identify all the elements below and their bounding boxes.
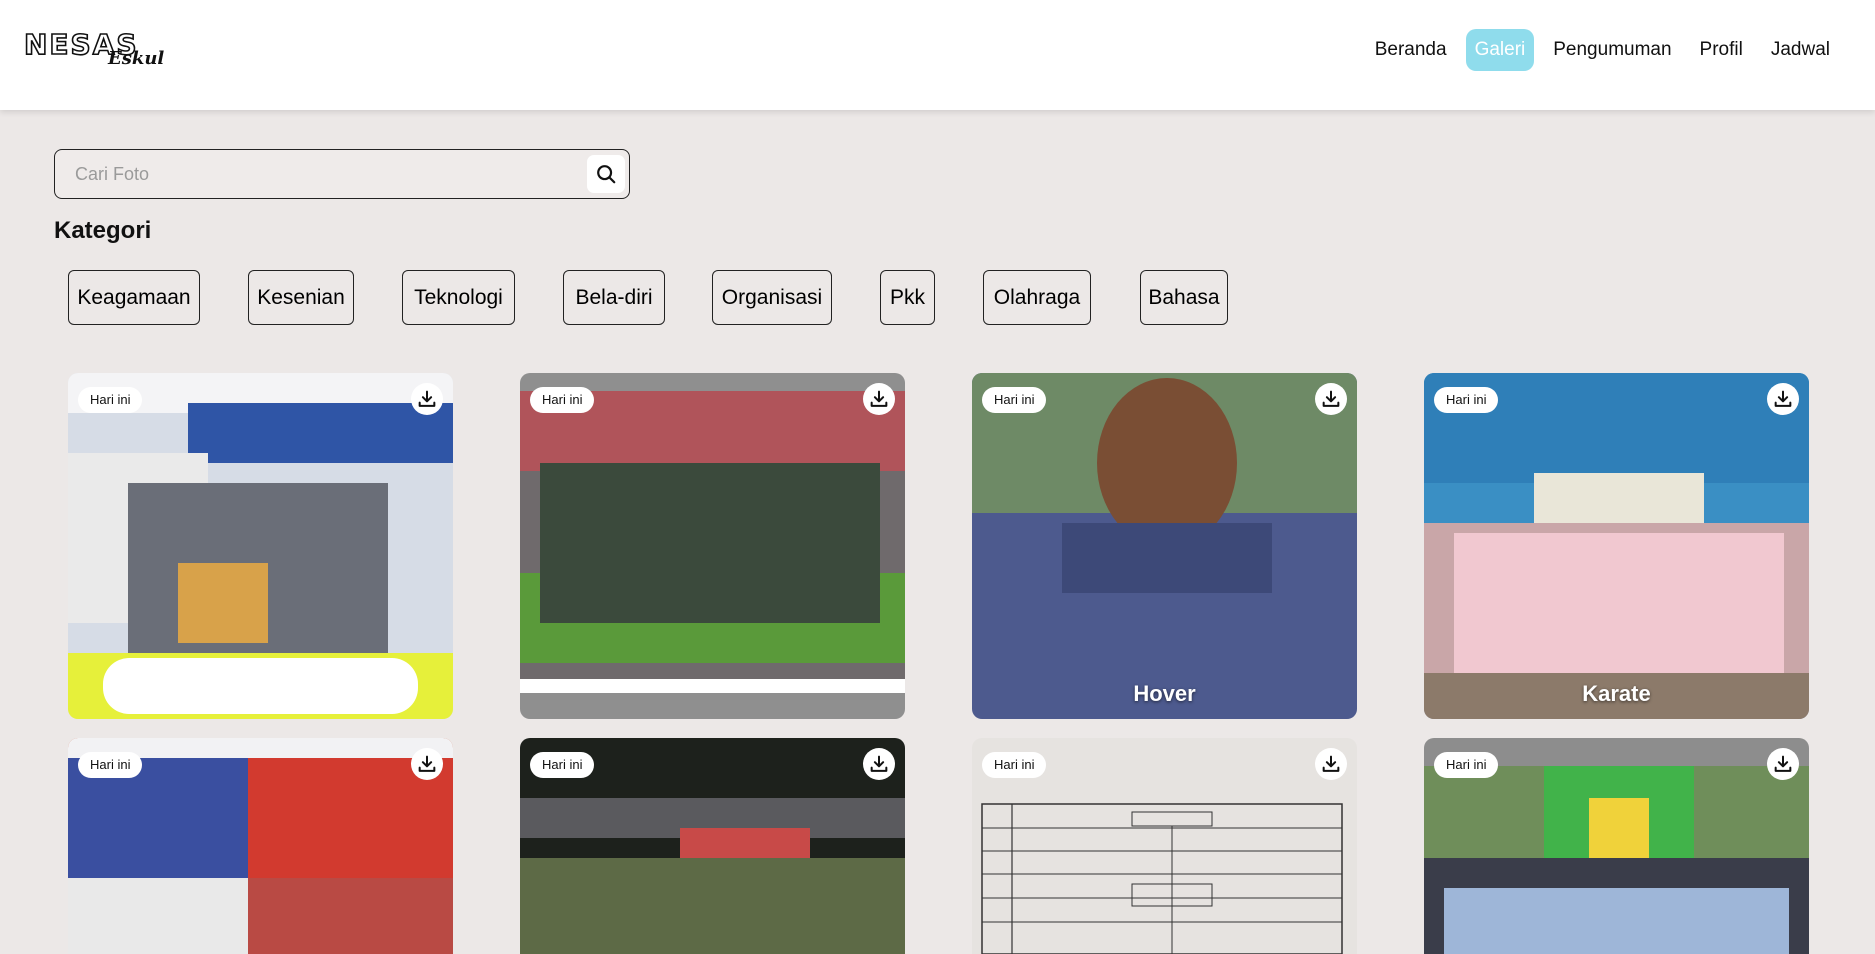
category-teknologi[interactable]: Teknologi <box>402 270 515 325</box>
category-bela-diri[interactable]: Bela-diri <box>563 270 665 325</box>
download-icon <box>418 390 436 407</box>
date-badge: Hari ini <box>982 752 1047 778</box>
card-caption: Karate <box>1582 681 1651 706</box>
gallery-card[interactable]: Hari ini <box>68 373 453 719</box>
search-icon <box>597 165 616 184</box>
search-placeholder: Cari Foto <box>75 164 150 184</box>
top-navbar: NESAS Eskul Beranda Galeri Pengumuman Pr… <box>0 0 1875 110</box>
download-icon <box>870 755 888 772</box>
gallery-photo <box>972 373 1357 719</box>
download-icon <box>1322 755 1340 772</box>
download-button[interactable] <box>411 383 443 415</box>
category-pkk[interactable]: Pkk <box>880 270 935 325</box>
category-kesenian[interactable]: Kesenian <box>248 270 354 325</box>
download-icon <box>418 755 436 772</box>
site-logo[interactable]: NESAS Eskul <box>23 27 165 72</box>
card-caption: Hover <box>1133 681 1196 706</box>
gallery-card[interactable]: Hari ini Hover <box>972 373 1357 719</box>
download-icon <box>1774 390 1792 407</box>
gallery-card[interactable]: Hari ini <box>1424 738 1809 954</box>
nav-jadwal[interactable]: Jadwal <box>1762 29 1839 71</box>
nav-profil[interactable]: Profil <box>1691 29 1752 71</box>
category-keagamaan[interactable]: Keagamaan <box>68 270 200 325</box>
search-button[interactable] <box>587 155 625 193</box>
download-icon <box>1774 755 1792 772</box>
download-button[interactable] <box>1315 748 1347 780</box>
nav-galeri[interactable]: Galeri <box>1465 29 1535 71</box>
category-organisasi[interactable]: Organisasi <box>712 270 832 325</box>
download-button[interactable] <box>1315 383 1347 415</box>
logo-subtext: Eskul <box>108 48 165 69</box>
download-button[interactable] <box>863 383 895 415</box>
download-icon <box>1322 390 1340 407</box>
date-badge: Hari ini <box>1434 387 1499 413</box>
category-olahraga[interactable]: Olahraga <box>983 270 1091 325</box>
download-button[interactable] <box>1767 748 1799 780</box>
category-bahasa[interactable]: Bahasa <box>1140 270 1228 325</box>
date-badge: Hari ini <box>982 387 1047 413</box>
download-button[interactable] <box>411 748 443 780</box>
gallery-card[interactable]: Hari ini <box>520 373 905 719</box>
date-badge: Hari ini <box>1434 752 1499 778</box>
download-button[interactable] <box>863 748 895 780</box>
gallery-card[interactable]: Hari ini <box>972 738 1357 954</box>
download-icon <box>870 390 888 407</box>
gallery-photo <box>68 373 453 719</box>
gallery-card[interactable]: Hari ini Karate <box>1424 373 1809 719</box>
search-input[interactable]: Cari Foto <box>54 149 630 199</box>
nav-pengumuman[interactable]: Pengumuman <box>1544 29 1680 71</box>
gallery-card[interactable]: Hari ini <box>520 738 905 954</box>
category-heading: Kategori <box>54 217 152 244</box>
date-badge: Hari ini <box>530 387 595 413</box>
date-badge: Hari ini <box>530 752 595 778</box>
date-badge: Hari ini <box>78 387 143 413</box>
gallery-card[interactable]: Hari ini <box>68 738 453 954</box>
download-button[interactable] <box>1767 383 1799 415</box>
gallery-photo <box>1424 373 1809 719</box>
date-badge: Hari ini <box>78 752 143 778</box>
nav-beranda[interactable]: Beranda <box>1366 29 1456 71</box>
gallery-photo <box>520 373 905 719</box>
main-nav: Beranda Galeri Pengumuman Profil Jadwal <box>1356 29 1839 71</box>
